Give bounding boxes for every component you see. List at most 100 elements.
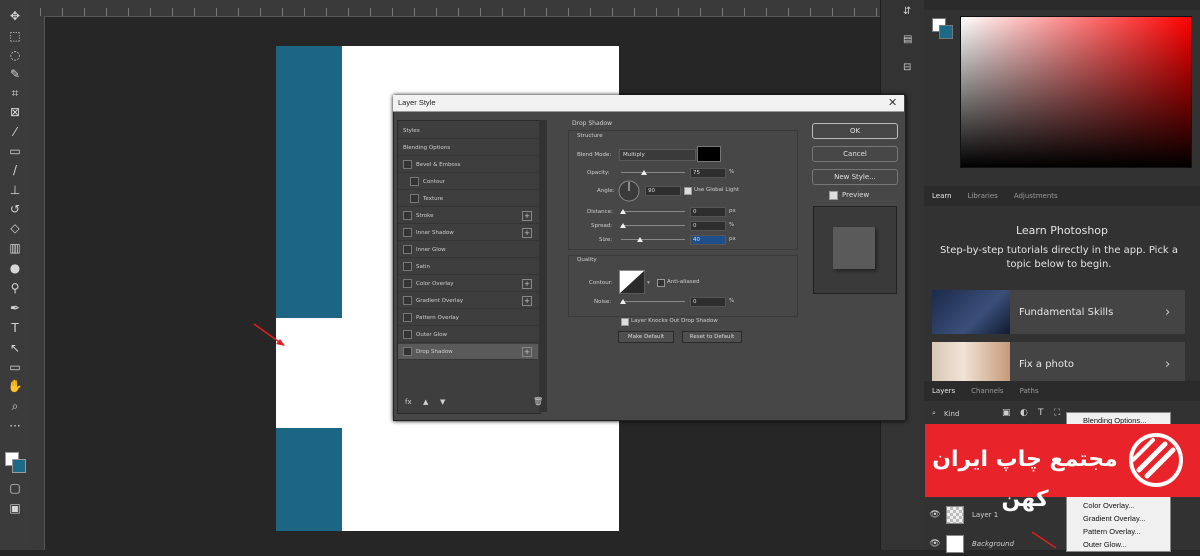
close-icon[interactable]: ✕	[888, 96, 897, 109]
style-checkbox[interactable]	[403, 296, 412, 305]
style-checkbox[interactable]	[410, 194, 419, 203]
add-style-icon[interactable]: +	[522, 279, 532, 289]
distance-slider-handle[interactable]	[620, 209, 626, 214]
type-icon[interactable]: T	[7, 320, 23, 336]
rectangle-icon[interactable]: ▭	[7, 359, 23, 375]
style-item[interactable]: Texture	[398, 191, 538, 207]
spread-slider[interactable]	[621, 225, 685, 226]
style-checkbox[interactable]	[403, 228, 412, 237]
style-checkbox[interactable]	[403, 211, 412, 220]
crop-icon[interactable]: ⌗	[7, 85, 23, 101]
knockout-checkbox[interactable]	[621, 318, 629, 326]
global-light-checkbox[interactable]	[684, 187, 692, 195]
opacity-input[interactable]: 75	[690, 168, 726, 178]
menu-item-color-overlay[interactable]: Color Overlay...	[1083, 501, 1135, 510]
size-input[interactable]: 40	[690, 235, 726, 245]
menu-item-gradient-overlay[interactable]: Gradient Overlay...	[1083, 514, 1145, 523]
trash-icon[interactable]: 🗑	[533, 397, 543, 406]
cancel-button[interactable]: Cancel	[812, 146, 898, 162]
eraser-icon[interactable]: ◇	[7, 220, 23, 236]
tab-adjustments[interactable]: Adjustments	[1006, 192, 1066, 200]
card-fix-a-photo[interactable]: Fix a photo ›	[932, 342, 1185, 386]
brush-icon[interactable]: /	[7, 162, 23, 178]
make-default-button[interactable]: Make Default	[618, 331, 674, 343]
card-fundamental-skills[interactable]: Fundamental Skills ›	[932, 290, 1185, 334]
tab-libraries[interactable]: Libraries	[960, 192, 1006, 200]
shadow-color-swatch[interactable]	[697, 146, 721, 162]
quick-mask-icon[interactable]: ▢	[7, 480, 23, 496]
size-slider[interactable]	[621, 239, 685, 240]
blend-mode-select[interactable]: Multiply	[619, 149, 696, 161]
gradient-icon[interactable]: ▥	[7, 240, 23, 256]
style-item[interactable]: Blending Options	[398, 140, 538, 156]
hand-icon[interactable]: ✋	[7, 378, 23, 394]
new-style-button[interactable]: New Style...	[812, 169, 898, 185]
style-checkbox[interactable]	[403, 160, 412, 169]
style-item[interactable]: Color Overlay +	[398, 276, 538, 292]
adjustment-filter-icon[interactable]: ◐	[1020, 408, 1028, 418]
tab-layers[interactable]: Layers	[924, 387, 963, 395]
add-style-icon[interactable]: +	[522, 211, 532, 221]
style-item[interactable]: Satin	[398, 259, 538, 275]
frame-icon[interactable]: ⊠	[7, 104, 23, 120]
opacity-slider-handle[interactable]	[641, 170, 647, 175]
noise-slider-handle[interactable]	[620, 299, 626, 304]
blur-icon[interactable]: ●	[7, 260, 23, 276]
style-item[interactable]: Inner Shadow +	[398, 225, 538, 241]
move-up-icon[interactable]: ▲	[423, 398, 428, 406]
stamp-icon[interactable]: ⊥	[7, 182, 23, 198]
style-checkbox[interactable]	[403, 245, 412, 254]
menu-item-outer-glow[interactable]: Outer Glow...	[1083, 540, 1127, 549]
chevron-down-icon[interactable]: ▾	[647, 280, 650, 286]
noise-slider[interactable]	[621, 301, 685, 302]
dodge-icon[interactable]: ⚲	[7, 280, 23, 296]
reset-default-button[interactable]: Reset to Default	[682, 331, 742, 343]
tab-paths[interactable]: Paths	[1012, 387, 1047, 395]
contour-preview-icon[interactable]	[619, 270, 645, 294]
add-style-icon[interactable]: +	[522, 347, 532, 357]
eyedropper-icon[interactable]: ⁄	[7, 124, 23, 140]
background-color-small[interactable]	[939, 25, 953, 39]
dialog-titlebar[interactable]	[393, 95, 904, 112]
quick-select-icon[interactable]: ✎	[7, 66, 23, 82]
spread-input[interactable]: 0	[690, 221, 726, 231]
fx-icon[interactable]: fx	[405, 398, 412, 406]
lasso-icon[interactable]: ◌	[7, 47, 23, 63]
angle-dial-icon[interactable]	[618, 180, 640, 202]
background-color-swatch[interactable]	[12, 459, 26, 473]
style-item[interactable]: Styles	[398, 123, 538, 139]
add-style-icon[interactable]: +	[522, 296, 532, 306]
spread-slider-handle[interactable]	[620, 223, 626, 228]
adjust-icon[interactable]: ⊟	[903, 62, 911, 73]
image-filter-icon[interactable]: ▣	[1002, 408, 1011, 418]
eye-icon[interactable]: 👁	[924, 539, 946, 549]
path-select-icon[interactable]: ↖	[7, 340, 23, 356]
more-icon[interactable]: ···	[7, 418, 23, 434]
style-item[interactable]: Inner Glow	[398, 242, 538, 258]
style-item[interactable]: Gradient Overlay +	[398, 293, 538, 309]
tab-channels[interactable]: Channels	[963, 387, 1011, 395]
ok-button[interactable]: OK	[812, 123, 898, 139]
style-item[interactable]: Pattern Overlay	[398, 310, 538, 326]
style-checkbox[interactable]	[403, 330, 412, 339]
style-item[interactable]: Contour	[398, 174, 538, 190]
size-slider-handle[interactable]	[637, 237, 643, 242]
move-icon[interactable]: ✥	[7, 8, 23, 24]
history-icon[interactable]: ⇵	[903, 6, 911, 17]
noise-input[interactable]: 0	[690, 297, 726, 307]
healing-icon[interactable]: ▭	[7, 143, 23, 159]
styles-scrollbar[interactable]	[539, 120, 547, 412]
marquee-icon[interactable]: ⬚	[7, 28, 23, 44]
anti-aliased-checkbox[interactable]	[657, 279, 665, 287]
zoom-icon[interactable]: ⌕	[7, 398, 23, 414]
style-item[interactable]: Outer Glow	[398, 327, 538, 343]
history-brush-icon[interactable]: ↺	[7, 201, 23, 217]
angle-input[interactable]: 90	[645, 186, 681, 196]
style-checkbox[interactable]	[403, 279, 412, 288]
eye-icon[interactable]: 👁	[924, 510, 946, 520]
pen-icon[interactable]: ✒	[7, 300, 23, 316]
style-checkbox[interactable]	[403, 262, 412, 271]
style-checkbox[interactable]	[410, 177, 419, 186]
style-item[interactable]: Drop Shadow +	[398, 344, 538, 360]
shape-filter-icon[interactable]: ⛶	[1054, 408, 1060, 418]
